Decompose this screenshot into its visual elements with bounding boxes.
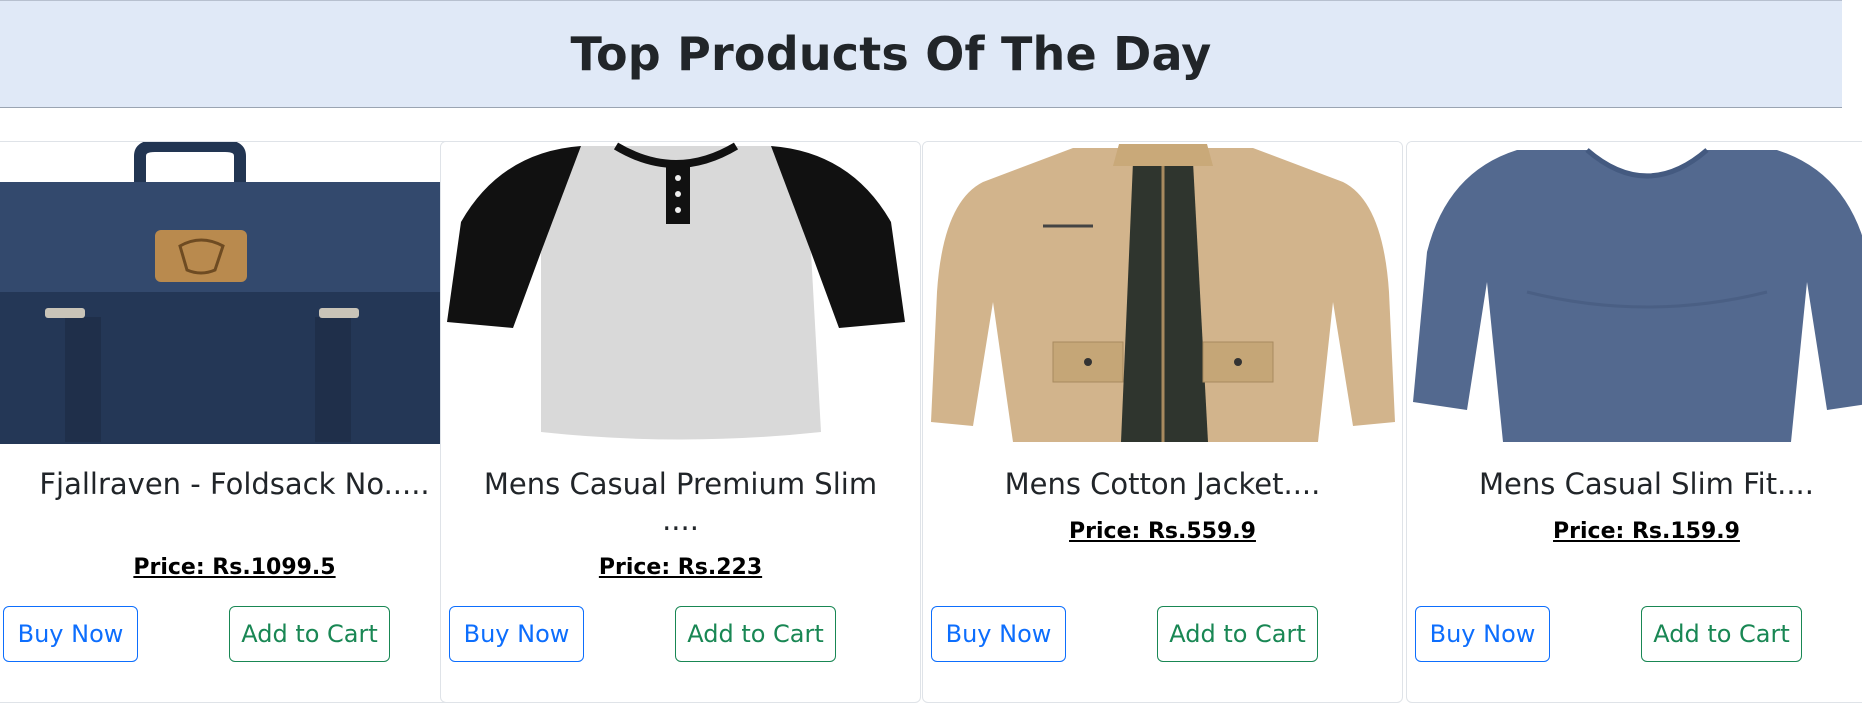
product-card: Fjallraven - Foldsack No..... Price: Rs.… [0,141,475,703]
product-title[interactable]: Mens Cotton Jacket.... [963,466,1362,502]
product-card: Mens Cotton Jacket.... Price: Rs.559.9 B… [922,141,1403,703]
add-to-cart-button[interactable]: Add to Cart [675,606,836,662]
product-card: Mens Casual Slim Fit.... Price: Rs.159.9… [1406,141,1862,703]
product-title[interactable]: Mens Casual Slim Fit.... [1447,466,1846,502]
product-card: Mens Casual Premium Slim .... Price: Rs.… [440,141,921,703]
product-title[interactable]: Mens Casual Premium Slim .... [481,466,880,538]
raglan-tshirt-image[interactable] [441,142,920,444]
buy-now-button[interactable]: Buy Now [449,606,584,662]
header-banner: Top Products Of The Day [0,0,1842,108]
product-title[interactable]: Fjallraven - Foldsack No..... [35,466,434,502]
add-to-cart-button[interactable]: Add to Cart [1157,606,1318,662]
product-price: Price: Rs.223 [598,555,763,580]
longsleeve-shirt-image[interactable] [1407,142,1862,444]
buy-now-button[interactable]: Buy Now [1415,606,1550,662]
buy-now-button[interactable]: Buy Now [931,606,1066,662]
product-price: Price: Rs.1099.5 [133,555,336,580]
product-price: Price: Rs.159.9 [1553,519,1740,544]
jacket-image[interactable] [923,142,1402,444]
add-to-cart-button[interactable]: Add to Cart [229,606,390,662]
page-title: Top Products Of The Day [570,27,1212,81]
add-to-cart-button[interactable]: Add to Cart [1641,606,1802,662]
product-grid: Fjallraven - Foldsack No..... Price: Rs.… [0,141,1862,703]
backpack-image[interactable] [0,142,474,444]
product-price: Price: Rs.559.9 [1069,519,1256,544]
buy-now-button[interactable]: Buy Now [3,606,138,662]
